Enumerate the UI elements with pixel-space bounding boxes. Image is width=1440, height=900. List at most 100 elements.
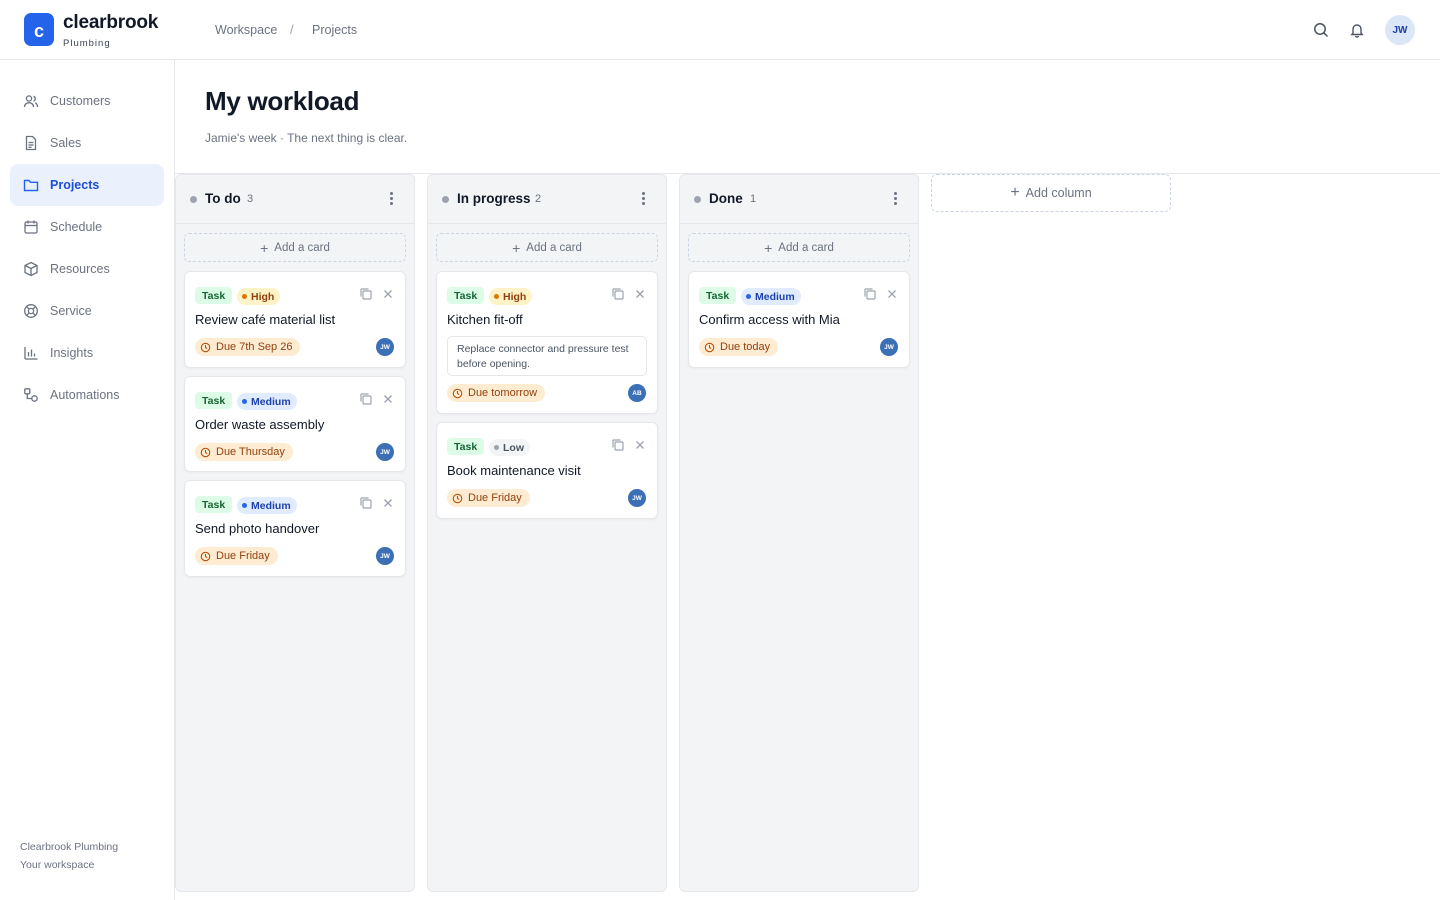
brand-subtitle: Plumbing <box>63 38 111 49</box>
copy-icon[interactable] <box>359 287 373 301</box>
column-header: Done 1 <box>680 175 918 224</box>
brand-name: clearbrook <box>63 12 159 33</box>
more-vertical-icon[interactable] <box>638 189 648 207</box>
lifebuoy-icon <box>22 302 40 320</box>
workspace-caption: Your workspace <box>20 859 95 871</box>
due-date-badge: Due today <box>699 338 779 356</box>
card-title: Book maintenance visit <box>447 463 581 478</box>
due-date-badge: Due Friday <box>447 489 530 507</box>
add-card-button[interactable]: + Add a card <box>184 233 406 262</box>
priority-badge: High <box>237 288 281 305</box>
sidebar-item-schedule[interactable]: Schedule <box>10 206 164 248</box>
close-icon[interactable] <box>633 287 647 301</box>
sidebar-item-projects[interactable]: Projects <box>10 164 164 206</box>
priority-badge: Medium <box>237 497 297 514</box>
assignee-avatar[interactable]: JW <box>376 338 394 356</box>
priority-badge: Low <box>489 439 530 456</box>
due-date-badge: Due tomorrow <box>447 384 546 402</box>
page-subtitle: Jamie's week · The next thing is clear. <box>205 131 408 145</box>
clock-icon <box>200 551 211 561</box>
sidebar-item-label: Insights <box>50 346 94 360</box>
card-title: Review café material list <box>195 312 336 327</box>
search-icon[interactable] <box>1311 20 1331 40</box>
add-card-button[interactable]: + Add a card <box>436 233 658 262</box>
column-count: 2 <box>535 193 542 205</box>
column-title: Done <box>709 191 743 206</box>
assignee-avatar[interactable]: JW <box>880 338 898 356</box>
column-status-dot <box>190 196 197 203</box>
due-date-badge: Due Friday <box>195 547 278 565</box>
copy-icon[interactable] <box>863 287 877 301</box>
column-title: In progress <box>457 191 531 206</box>
add-column-label: Add column <box>1025 186 1092 200</box>
task-card[interactable]: Task Medium Send photo handover Due Frid… <box>184 480 406 577</box>
add-card-label: Add a card <box>778 241 834 254</box>
breadcrumb-projects[interactable]: Projects <box>312 23 357 37</box>
column-status-dot <box>442 196 449 203</box>
assignee-avatar[interactable]: JW <box>376 443 394 461</box>
task-card[interactable]: Task Medium Confirm access with Mia Due … <box>688 271 910 368</box>
copy-icon[interactable] <box>359 392 373 406</box>
clock-icon <box>704 342 715 352</box>
bar-chart-icon <box>22 344 40 362</box>
add-card-button[interactable]: + Add a card <box>688 233 910 262</box>
add-column-button[interactable]: + Add column <box>931 174 1171 212</box>
sidebar-item-sales[interactable]: Sales <box>10 122 164 164</box>
plus-icon: + <box>512 239 521 256</box>
priority-badge: Medium <box>741 288 801 305</box>
card-title: Confirm access with Mia <box>699 312 840 327</box>
plus-icon: + <box>260 239 269 256</box>
breadcrumb-workspace[interactable]: Workspace <box>215 23 277 37</box>
folder-icon <box>22 176 40 194</box>
clock-icon <box>200 447 211 457</box>
priority-badge: Medium <box>237 393 297 410</box>
column-header: To do 3 <box>176 175 414 224</box>
bell-icon[interactable] <box>1347 20 1367 40</box>
task-card[interactable]: Task High Kitchen fit-off Replace connec… <box>436 271 658 414</box>
sidebar-item-automations[interactable]: Automations <box>10 374 164 416</box>
close-icon[interactable] <box>381 392 395 406</box>
close-icon[interactable] <box>633 438 647 452</box>
users-icon <box>22 92 40 110</box>
card-type-tag: Task <box>195 496 233 513</box>
task-card[interactable]: Task Medium Order waste assembly Due Thu… <box>184 376 406 472</box>
plus-icon: + <box>764 239 773 256</box>
copy-icon[interactable] <box>611 438 625 452</box>
user-avatar[interactable]: JW <box>1385 15 1415 45</box>
sidebar: Customers Sales Projects Schedule Resour… <box>0 60 175 900</box>
clock-icon <box>452 388 463 398</box>
copy-icon[interactable] <box>611 287 625 301</box>
task-card[interactable]: Task High Review café material list Due … <box>184 271 406 368</box>
copy-icon[interactable] <box>359 496 373 510</box>
more-vertical-icon[interactable] <box>890 189 900 207</box>
sidebar-item-label: Service <box>50 304 92 318</box>
close-icon[interactable] <box>885 287 899 301</box>
column-status-dot <box>694 196 701 203</box>
task-card[interactable]: Task Low Book maintenance visit Due Frid… <box>436 422 658 519</box>
add-card-label: Add a card <box>274 241 330 254</box>
sidebar-item-resources[interactable]: Resources <box>10 248 164 290</box>
sidebar-item-insights[interactable]: Insights <box>10 332 164 374</box>
calendar-icon <box>22 218 40 236</box>
column-title: To do <box>205 191 241 206</box>
due-date-badge: Due Thursday <box>195 443 293 461</box>
sidebar-item-service[interactable]: Service <box>10 290 164 332</box>
document-icon <box>22 134 40 152</box>
column-count: 1 <box>750 193 757 205</box>
assignee-avatar[interactable]: JW <box>628 489 646 507</box>
close-icon[interactable] <box>381 287 395 301</box>
brand-logo-icon[interactable]: c <box>24 13 54 46</box>
box-icon <box>22 260 40 278</box>
clock-icon <box>200 342 211 352</box>
close-icon[interactable] <box>381 496 395 510</box>
card-type-tag: Task <box>195 287 233 304</box>
sidebar-item-label: Projects <box>50 178 100 192</box>
more-vertical-icon[interactable] <box>386 189 396 207</box>
sidebar-item-customers[interactable]: Customers <box>10 80 164 122</box>
assignee-avatar[interactable]: JW <box>376 547 394 565</box>
automation-icon <box>22 386 40 404</box>
sidebar-item-label: Sales <box>50 136 82 150</box>
sidebar-item-label: Schedule <box>50 220 103 234</box>
board-column-done: Done 1 + Add a card Task Medium Confirm … <box>679 174 919 892</box>
assignee-avatar[interactable]: AB <box>628 384 646 402</box>
